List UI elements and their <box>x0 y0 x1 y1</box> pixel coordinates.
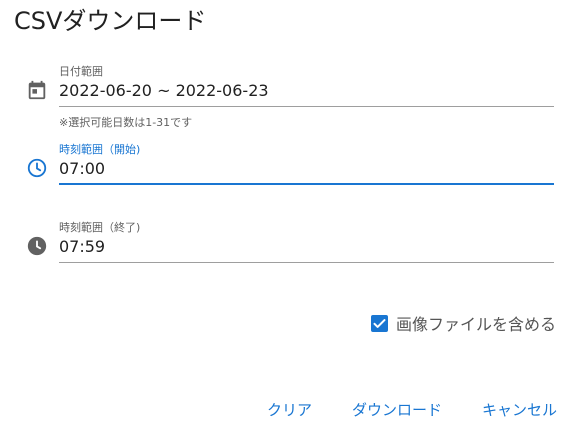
cancel-button[interactable]: キャンセル <box>482 399 557 420</box>
time-start-label: 時刻範囲（開始) <box>59 143 141 156</box>
include-images-label: 画像ファイルを含める <box>395 315 556 334</box>
clock-outline-icon <box>26 157 48 179</box>
time-end-value[interactable]: 07:59 <box>59 237 105 256</box>
dialog-actions: クリア ダウンロード キャンセル <box>267 399 557 420</box>
date-range-hint: ※選択可能日数は1-31です <box>59 116 193 129</box>
include-images-checkbox[interactable] <box>370 314 388 332</box>
date-range-underline <box>59 106 554 107</box>
time-end-field[interactable]: 時刻範囲（終了) 07:59 <box>24 216 554 266</box>
date-range-value[interactable]: 2022-06-20 ~ 2022-06-23 <box>59 81 269 100</box>
date-range-field[interactable]: 日付範囲 2022-06-20 ~ 2022-06-23 <box>24 60 554 110</box>
download-button[interactable]: ダウンロード <box>352 399 442 420</box>
clock-filled-icon <box>26 235 48 257</box>
dialog-title: CSVダウンロード <box>14 7 207 35</box>
time-start-value[interactable]: 07:00 <box>59 159 105 178</box>
clear-button[interactable]: クリア <box>267 399 312 420</box>
time-end-underline <box>59 262 554 263</box>
time-start-underline <box>59 183 554 185</box>
date-range-label: 日付範囲 <box>59 65 103 78</box>
include-images-option[interactable]: 画像ファイルを含める <box>370 311 556 335</box>
time-end-label: 時刻範囲（終了) <box>59 221 141 234</box>
calendar-icon <box>26 79 48 101</box>
time-start-field[interactable]: 時刻範囲（開始) 07:00 <box>24 138 554 188</box>
